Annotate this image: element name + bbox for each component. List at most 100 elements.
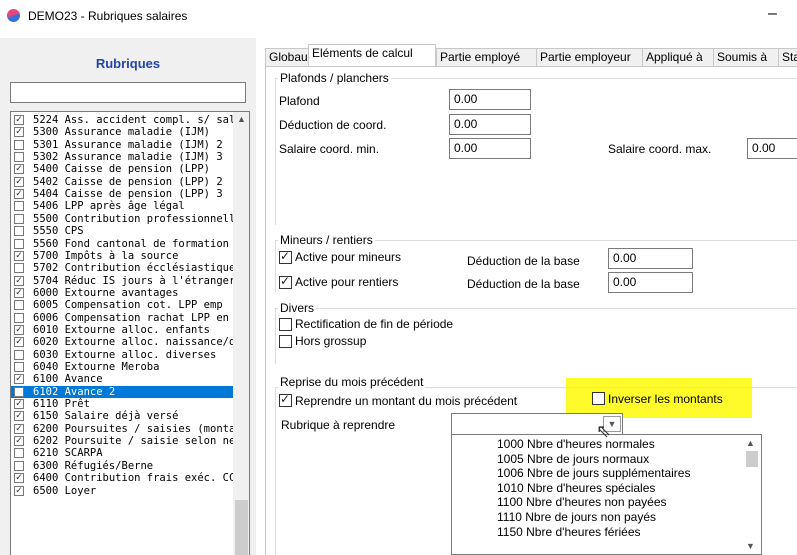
list-item[interactable]: ✓ 6200 Poursuites / saisies (montant [11, 423, 233, 435]
list-item[interactable]: ✓ 5402 Caisse de pension (LPP) 2 [11, 176, 233, 188]
list-item-checkbox[interactable]: ✓ [14, 287, 24, 298]
list-item[interactable]: 5301 Assurance maladie (IJM) 2 [11, 139, 233, 151]
list-item-checkbox[interactable] [14, 213, 24, 224]
list-item[interactable]: ✓ 6500 Loyer [11, 485, 233, 497]
list-item[interactable]: 6040 Extourne Meroba [11, 361, 233, 373]
list-item[interactable]: ✓ 6000 Extourne avantages [11, 287, 233, 299]
list-item[interactable]: 5406 LPP après âge légal [11, 200, 233, 212]
list-item-checkbox[interactable] [14, 300, 24, 311]
list-item[interactable]: 6030 Extourne alloc. diverses [11, 349, 233, 361]
active-mineurs-checkbox[interactable] [279, 249, 292, 264]
list-item-checkbox[interactable] [14, 362, 24, 372]
list-item-checkbox[interactable] [14, 349, 24, 360]
list-item[interactable]: 5550 CPS [11, 225, 233, 237]
tab-item[interactable]: Eléments de calcul [308, 44, 436, 67]
list-item-checkbox[interactable] [14, 152, 24, 163]
list-item[interactable]: 5500 Contribution professionnelle [11, 213, 233, 225]
list-item[interactable]: ✓ 6150 Salaire déjà versé [11, 410, 233, 422]
dropdown-option[interactable]: 1006 Nbre de jours supplémentaires [497, 466, 690, 480]
active-rentiers-checkbox[interactable] [279, 274, 292, 289]
scroll-up-icon[interactable]: ▲ [746, 438, 755, 448]
dropdown-option[interactable]: 1110 Nbre de jours non payés [497, 510, 656, 524]
list-item[interactable]: 5560 Fond cantonal de formation [11, 238, 233, 250]
deduction-base-field-2[interactable]: 0.00 [608, 272, 693, 293]
list-item-checkbox[interactable]: ✓ [14, 275, 24, 286]
list-item-checkbox[interactable] [14, 238, 24, 249]
list-item-checkbox[interactable]: ✓ [14, 176, 24, 187]
list-item-checkbox[interactable]: ✓ [14, 250, 24, 261]
list-item-checkbox[interactable]: ✓ [14, 473, 24, 484]
list-item[interactable]: ✓ 5224 Ass. accident compl. s/ salair [11, 114, 233, 126]
scroll-thumb[interactable] [746, 451, 758, 467]
list-item[interactable]: ✓ 5300 Assurance maladie (IJM) [11, 126, 233, 138]
list-item[interactable]: 6006 Compensation rachat LPP en [11, 312, 233, 324]
list-item[interactable]: 5702 Contribution écclésiastique G [11, 262, 233, 274]
list-item-checkbox[interactable]: ✓ [14, 399, 24, 410]
list-item-checkbox[interactable]: ✓ [14, 115, 24, 125]
list-item[interactable]: ✓ 5700 Impôts à la source [11, 250, 233, 262]
hors-grossup-checkbox[interactable] [279, 335, 292, 348]
list-item[interactable]: ✓ 6020 Extourne alloc. naissance/dif [11, 336, 233, 348]
list-item-checkbox[interactable]: ✓ [14, 374, 24, 385]
tab-item[interactable]: Partie employé [436, 48, 537, 66]
dropdown-option[interactable]: 1000 Nbre d'heures normales [497, 437, 655, 451]
list-item[interactable]: ✓ 6202 Poursuite / saisie selon net [11, 435, 233, 447]
search-input[interactable] [10, 82, 246, 103]
tab-item[interactable]: Soumis à [713, 48, 779, 66]
rectification-checkbox[interactable] [279, 318, 292, 331]
scroll-thumb[interactable] [235, 500, 248, 555]
list-item[interactable]: ✓ 5404 Caisse de pension (LPP) 3 [11, 188, 233, 200]
list-item-checkbox[interactable]: ✓ [14, 189, 24, 200]
list-item-checkbox[interactable]: ✓ [14, 485, 24, 496]
list-item[interactable]: 5302 Assurance maladie (IJM) 3 [11, 151, 233, 163]
list-item-checkbox[interactable]: ✓ [14, 436, 24, 447]
list-scrollbar[interactable]: ▲ [233, 112, 249, 555]
scroll-down-icon[interactable]: ▼ [746, 541, 755, 551]
list-item-checkbox[interactable]: ✓ [14, 127, 24, 138]
dropdown-option[interactable]: 1150 Nbre d'heures fériées [497, 525, 641, 539]
deduction-base-field-1[interactable]: 0.00 [608, 248, 693, 269]
tab-item[interactable]: Sta [778, 48, 797, 66]
list-item[interactable]: ✓ 5400 Caisse de pension (LPP) [11, 163, 233, 175]
list-item[interactable]: 6102 Avance 2 [11, 385, 233, 398]
tab-item[interactable]: Partie employeur [536, 48, 643, 66]
dropdown-option[interactable]: 1010 Nbre d'heures spéciales [497, 481, 655, 495]
salaire-min-field[interactable]: 0.00 [449, 138, 531, 159]
list-item[interactable]: ✓ 6010 Extourne alloc. enfants [11, 324, 233, 336]
list-item[interactable]: 6300 Réfugiés/Berne [11, 460, 233, 472]
list-item-checkbox[interactable]: ✓ [14, 423, 24, 434]
list-item-checkbox[interactable] [14, 386, 24, 397]
list-item-checkbox[interactable] [14, 139, 24, 150]
list-item[interactable]: ✓ 6100 Avance [11, 373, 233, 385]
list-item[interactable]: ✓ 6400 Contribution frais exéc. CCT [11, 472, 233, 484]
list-item-checkbox[interactable] [14, 448, 24, 459]
inverser-checkbox[interactable] [592, 392, 605, 405]
list-item[interactable]: ✓ 5704 Réduc IS jours à l'étranger [11, 275, 233, 287]
list-item-checkbox[interactable] [14, 312, 24, 323]
plafond-field[interactable]: 0.00 [449, 89, 531, 110]
reprendre-checkbox[interactable] [279, 392, 292, 407]
list-item-checkbox[interactable] [14, 460, 24, 471]
list-item[interactable]: ✓ 6110 Prêt [11, 398, 233, 410]
dropdown-option[interactable]: 1005 Nbre de jours normaux [497, 452, 649, 466]
list-item-checkbox[interactable] [14, 201, 24, 212]
list-item-checkbox[interactable] [14, 263, 24, 274]
minimize-button[interactable]: – [768, 5, 777, 23]
list-item-checkbox[interactable] [14, 226, 24, 237]
list-item-label: 6150 Salaire déjà versé [33, 410, 179, 423]
tab-item[interactable]: Globaux [265, 48, 314, 66]
scroll-up-icon[interactable]: ▲ [237, 114, 246, 124]
salaire-max-field[interactable]: 0.00 [747, 138, 797, 159]
list-item[interactable]: 6005 Compensation cot. LPP emp [11, 299, 233, 311]
list-item-checkbox[interactable]: ✓ [14, 324, 24, 335]
deduction-coord-field[interactable]: 0.00 [449, 114, 531, 135]
tab-item[interactable]: Appliqué à [642, 48, 714, 66]
dropdown-option[interactable]: 1100 Nbre d'heures non payées [497, 495, 667, 509]
plafonds-legend: Plafonds / planchers [278, 71, 391, 85]
dropdown-scrollbar[interactable]: ▲ ▼ [742, 435, 761, 554]
list-item-checkbox[interactable]: ✓ [14, 337, 24, 348]
list-item-checkbox[interactable]: ✓ [14, 411, 24, 422]
mineurs-legend: Mineurs / rentiers [278, 233, 375, 247]
list-item[interactable]: 6210 SCARPA [11, 447, 233, 459]
list-item-checkbox[interactable]: ✓ [14, 164, 24, 175]
